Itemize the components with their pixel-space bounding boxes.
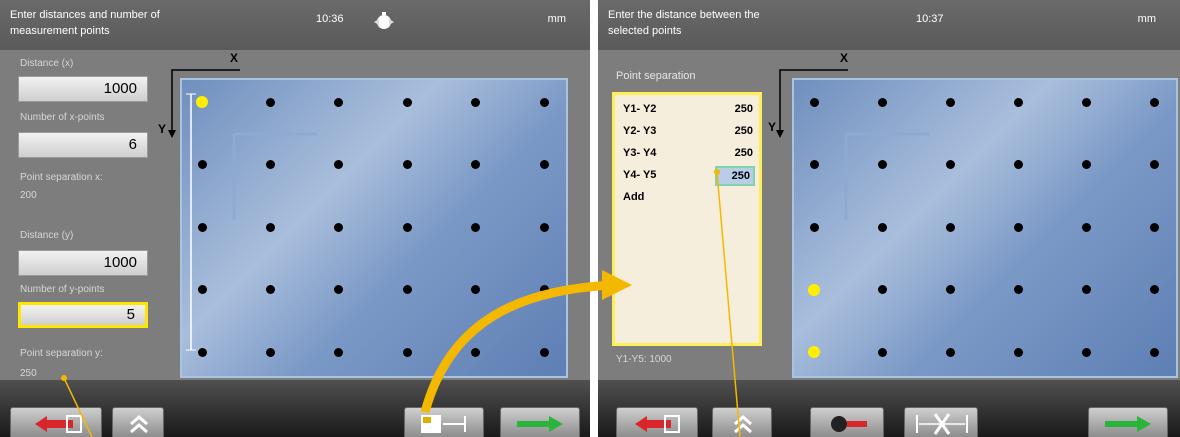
callout-dot-left	[61, 375, 67, 381]
callout-dot-right	[714, 169, 720, 175]
transition-arrow-head	[602, 270, 632, 300]
transition-arrow	[420, 280, 613, 414]
annotation-overlay	[61, 169, 741, 437]
callout-line-right	[716, 171, 741, 437]
callout-line-left	[63, 377, 93, 437]
